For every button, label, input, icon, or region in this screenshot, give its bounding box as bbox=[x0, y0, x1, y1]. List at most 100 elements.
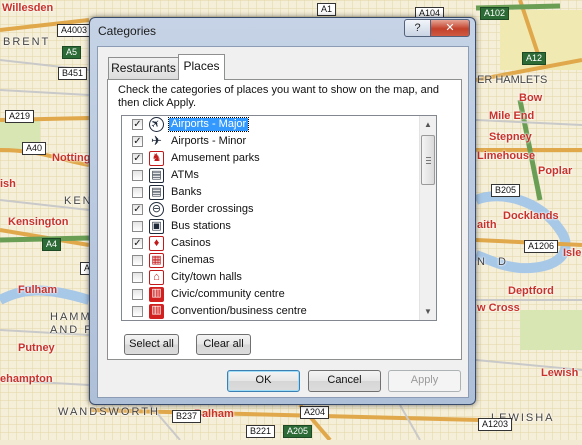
category-checkbox[interactable]: ✓ bbox=[132, 238, 143, 249]
map-place-label: Docklands bbox=[503, 210, 559, 222]
category-label: Airports - Minor bbox=[171, 135, 247, 147]
help-icon: ? bbox=[414, 22, 421, 34]
scroll-thumb[interactable] bbox=[421, 135, 435, 185]
help-button[interactable]: ? bbox=[404, 19, 431, 37]
category-checkbox[interactable] bbox=[132, 170, 143, 181]
category-checkbox[interactable]: ✓ bbox=[132, 119, 143, 130]
map-place-label: Stepney bbox=[489, 131, 532, 143]
category-checkbox[interactable] bbox=[132, 306, 143, 317]
tab-restaurants[interactable]: Restaurants bbox=[108, 57, 179, 79]
category-checkbox[interactable] bbox=[132, 255, 143, 266]
category-checkbox[interactable] bbox=[132, 187, 143, 198]
map-place-label: aith bbox=[477, 219, 497, 231]
category-checkbox[interactable]: ✓ bbox=[132, 136, 143, 147]
road-shield: B237 bbox=[172, 410, 202, 423]
scroll-down-icon: ▼ bbox=[424, 307, 432, 316]
category-label: Bus stations bbox=[171, 220, 231, 232]
category-label: Convention/business centre bbox=[171, 305, 307, 317]
dialog-title: Categories bbox=[98, 24, 157, 38]
cinema-icon: ▦ bbox=[149, 253, 164, 268]
map-district-label: D bbox=[498, 256, 508, 268]
road-shield: A12 bbox=[522, 52, 547, 65]
list-item[interactable]: ▦ Cinemas bbox=[122, 252, 418, 269]
category-label: City/town halls bbox=[171, 271, 242, 283]
tab-places[interactable]: Places bbox=[178, 54, 225, 80]
map-place-label: Kensington bbox=[8, 216, 69, 228]
category-label: Cinemas bbox=[171, 254, 215, 266]
map-place-label: Bow bbox=[519, 92, 543, 104]
map-place-label: Limehouse bbox=[477, 150, 536, 162]
map-district-label: AND F bbox=[50, 324, 93, 336]
ok-button[interactable]: OK bbox=[227, 370, 300, 392]
map-district-label: BRENT bbox=[3, 36, 51, 48]
road-shield: A204 bbox=[300, 406, 330, 419]
road-shield: A219 bbox=[5, 110, 35, 123]
list-item[interactable]: ▤ Banks bbox=[122, 184, 418, 201]
casino-icon: ♦ bbox=[149, 236, 164, 251]
category-checkbox[interactable] bbox=[132, 221, 143, 232]
category-checkbox[interactable]: ✓ bbox=[132, 204, 143, 215]
select-all-button[interactable]: Select all bbox=[124, 334, 179, 355]
list-item[interactable]: ▣ Bus stations bbox=[122, 218, 418, 235]
dialog-titlebar[interactable]: Categories ? ✕ bbox=[90, 18, 475, 46]
apply-button[interactable]: Apply bbox=[388, 370, 461, 392]
city-hall-icon: ⌂ bbox=[149, 270, 164, 285]
map-place-label: Lewish bbox=[541, 367, 579, 379]
map-district-label: ER HAMLETS bbox=[477, 74, 548, 86]
bus-station-icon: ▣ bbox=[149, 219, 164, 234]
list-item[interactable]: ✓ ✈ Airports - Minor bbox=[122, 133, 418, 150]
close-button[interactable]: ✕ bbox=[430, 19, 470, 37]
road-shield: A4003 bbox=[57, 24, 92, 37]
map-place-label: w Cross bbox=[477, 302, 520, 314]
category-checkbox[interactable]: ✓ bbox=[132, 153, 143, 164]
categories-dialog: Categories ? ✕ Restaurants Places Check … bbox=[89, 17, 476, 405]
grip-line bbox=[426, 160, 431, 161]
list-item[interactable]: ▤ ATMs bbox=[122, 167, 418, 184]
road-shield: B221 bbox=[246, 425, 276, 438]
border-crossing-icon: ⊖ bbox=[149, 202, 164, 217]
scroll-down-button[interactable]: ▼ bbox=[420, 303, 436, 320]
list-item[interactable]: ✓ ♞ Amusement parks bbox=[122, 150, 418, 167]
category-label: Airports - Major bbox=[167, 117, 250, 132]
category-label: Casinos bbox=[171, 237, 211, 249]
list-item[interactable]: ✓ ♦ Casinos bbox=[122, 235, 418, 252]
category-label: Amusement parks bbox=[171, 152, 260, 164]
map-place-label: Notting bbox=[52, 152, 91, 164]
list-item[interactable]: ▥ Convention/business centre bbox=[122, 303, 418, 320]
list-item[interactable]: ▥ Civic/community centre bbox=[122, 286, 418, 303]
road-shield: A205 bbox=[283, 425, 313, 438]
cancel-button[interactable]: Cancel bbox=[308, 370, 381, 392]
categories-list[interactable]: ✓ ✈ Airports - Major ✓ ✈ Airports - Minor ✓ ♞ Am… bbox=[121, 115, 437, 321]
list-item[interactable]: ✓ ⊖ Border crossings bbox=[122, 201, 418, 218]
grip-line bbox=[426, 157, 431, 158]
atm-icon: ▤ bbox=[149, 168, 164, 183]
list-item[interactable]: ✓ ✈ Airports - Major bbox=[122, 116, 418, 136]
map-place-label: Poplar bbox=[538, 165, 573, 177]
clear-all-button[interactable]: Clear all bbox=[196, 334, 251, 355]
road-shield: A1 bbox=[317, 3, 337, 16]
road-shield: A40 bbox=[22, 142, 47, 155]
civic-centre-icon: ▥ bbox=[149, 287, 164, 302]
airplane-minor-icon: ✈ bbox=[151, 133, 162, 148]
map-place-label: Isle bbox=[563, 247, 582, 259]
instructions-text: Check the categories of places you want … bbox=[118, 84, 440, 109]
list-item[interactable]: ⌂ City/town halls bbox=[122, 269, 418, 286]
road-shield: B205 bbox=[491, 184, 521, 197]
road-shield: A5 bbox=[62, 46, 82, 59]
category-checkbox[interactable] bbox=[132, 289, 143, 300]
road-shield: A1203 bbox=[478, 418, 513, 431]
list-scrollbar[interactable]: ▲ ▼ bbox=[419, 116, 436, 320]
category-label: Civic/community centre bbox=[171, 288, 285, 300]
map-district-label: WANDSWORTH bbox=[58, 406, 160, 418]
scroll-up-button[interactable]: ▲ bbox=[420, 116, 436, 133]
category-label: Border crossings bbox=[171, 203, 254, 215]
category-checkbox[interactable] bbox=[132, 272, 143, 283]
map-place-label: Willesden bbox=[2, 2, 54, 14]
map-place-label: ehampton bbox=[0, 373, 53, 385]
road-shield: B451 bbox=[58, 67, 88, 80]
road-shield: A4 bbox=[42, 238, 62, 251]
road-shield: A1206 bbox=[524, 240, 559, 253]
map-district-label: N bbox=[477, 256, 487, 268]
map-place-label: Deptford bbox=[508, 285, 554, 297]
map-place-label: Fulham bbox=[18, 284, 58, 296]
